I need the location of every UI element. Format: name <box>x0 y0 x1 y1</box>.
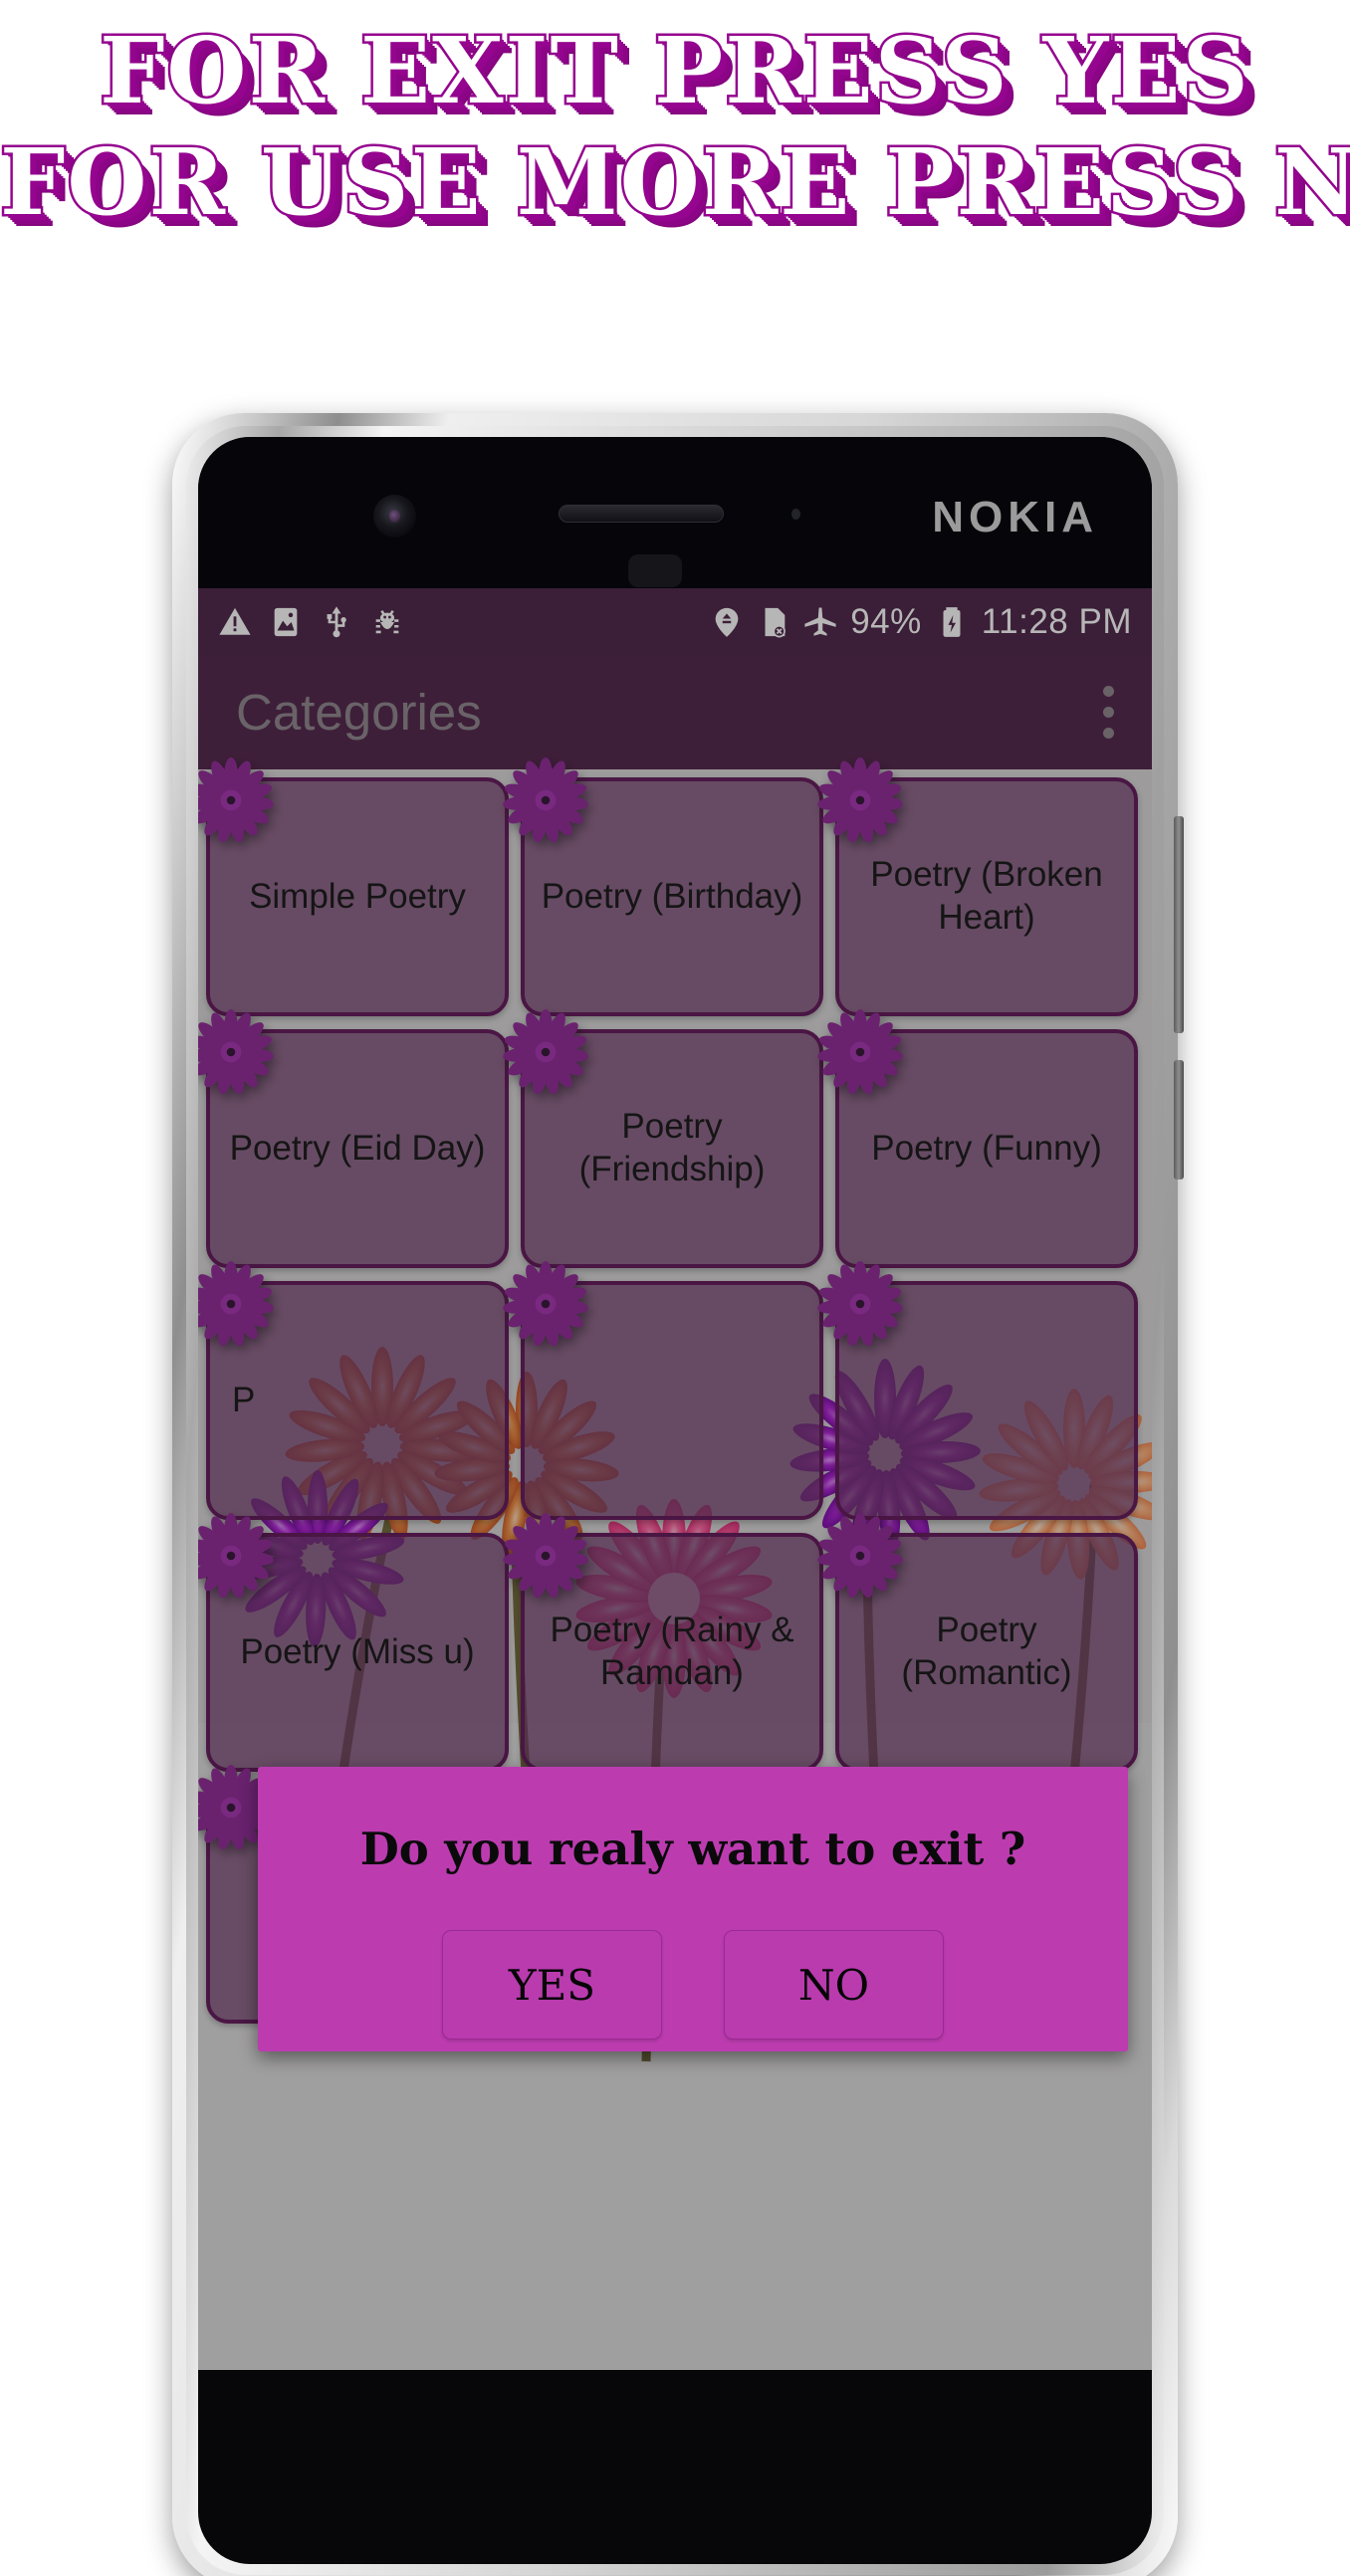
phone-bezel: NOKIA 94% 11:28 PM Categories Simple Poe… <box>186 426 1164 2575</box>
phone-device: NOKIA 94% 11:28 PM Categories Simple Poe… <box>172 413 1184 2576</box>
banner-line-1: FOR EXIT PRESS YES <box>98 17 1251 124</box>
app-screen: 94% 11:28 PM Categories Simple Poetry Po… <box>198 588 1152 2370</box>
exit-confirm-dialog: Do you realy want to exit ? YES NO <box>258 1767 1128 2051</box>
power-button[interactable] <box>1174 1060 1184 1180</box>
home-hardware-button[interactable] <box>628 554 682 587</box>
no-button[interactable]: NO <box>724 1930 944 2039</box>
earpiece-speaker <box>559 505 724 523</box>
dialog-title: Do you realy want to exit ? <box>359 1823 1026 1875</box>
yes-button[interactable]: YES <box>442 1930 662 2039</box>
phone-top-bezel: NOKIA <box>198 437 1152 588</box>
dialog-actions: YES NO <box>258 1930 1128 2039</box>
brand-logo: NOKIA <box>932 493 1098 541</box>
banner-line-2: FOR USE MORE PRESS NO <box>0 127 1350 236</box>
volume-button[interactable] <box>1174 816 1184 1033</box>
banner: FOR EXIT PRESS YES FOR USE MORE PRESS NO <box>0 0 1350 328</box>
dialog-scrim[interactable] <box>198 588 1152 2370</box>
proximity-sensor <box>791 509 800 520</box>
phone-screen: NOKIA 94% 11:28 PM Categories Simple Poe… <box>198 437 1152 2564</box>
page-root: FOR EXIT PRESS YES FOR USE MORE PRESS NO… <box>0 0 1350 2576</box>
front-camera-icon <box>373 495 416 537</box>
